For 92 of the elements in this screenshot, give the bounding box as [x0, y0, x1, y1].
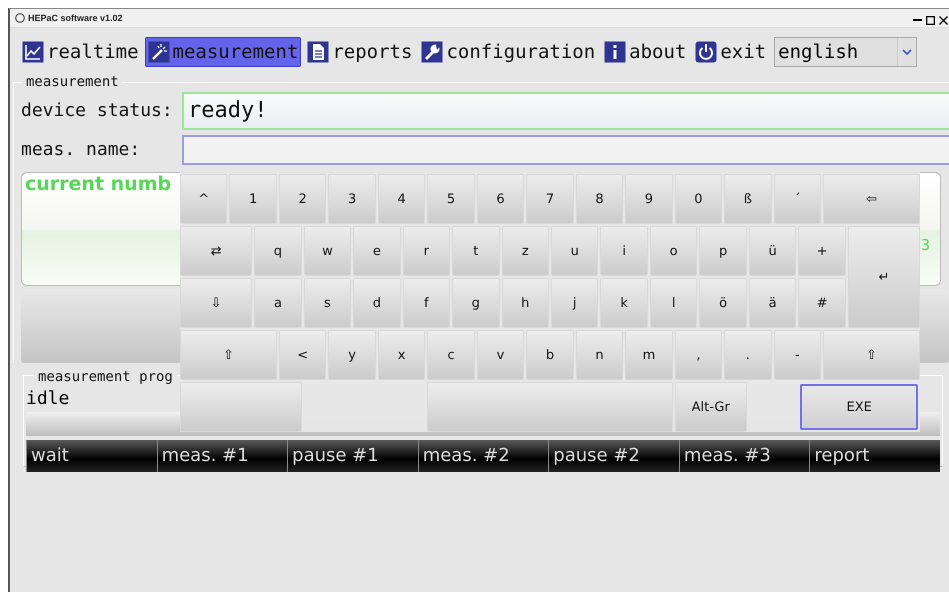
key[interactable]: 8 [576, 174, 624, 224]
key[interactable]: x [378, 330, 426, 380]
maximize-button[interactable] [924, 14, 936, 26]
group-title: measurement prog [34, 369, 177, 385]
key[interactable]: u [551, 226, 598, 276]
key[interactable]: < [278, 330, 326, 380]
key[interactable]: , [674, 330, 722, 380]
stage-label: wait [26, 440, 157, 472]
key[interactable]: r [402, 226, 450, 276]
shift-key[interactable]: ⇧ [180, 330, 277, 380]
document-icon [307, 41, 330, 63]
key[interactable]: q [254, 226, 302, 276]
key[interactable]: 7 [526, 174, 574, 224]
key[interactable]: 5 [427, 174, 475, 224]
key[interactable]: g [452, 278, 500, 328]
wrench-icon [421, 41, 444, 63]
power-icon [695, 41, 718, 63]
caps-lock-key[interactable]: ⇩ [180, 278, 252, 328]
stage-label: pause #2 [548, 440, 679, 472]
key[interactable]: ß [724, 174, 772, 224]
key[interactable]: o [650, 226, 698, 276]
key[interactable]: f [402, 278, 450, 328]
key[interactable]: - [774, 330, 822, 380]
key[interactable]: 9 [625, 174, 673, 224]
key[interactable]: i [600, 226, 648, 276]
toolbar-button[interactable]: about [601, 37, 690, 67]
field-label: device status: [21, 100, 174, 121]
key[interactable]: ü [748, 226, 796, 276]
key[interactable]: z [502, 226, 549, 276]
readout-value: 3 [920, 236, 930, 254]
key[interactable]: c [427, 330, 475, 380]
toolbar-button[interactable]: configuration [418, 37, 598, 67]
key[interactable]: j [551, 278, 598, 328]
key[interactable]: b [526, 330, 574, 380]
key[interactable]: a [254, 278, 302, 328]
toolbar-button[interactable]: realtime [19, 37, 142, 67]
key[interactable]: s [304, 278, 352, 328]
key[interactable]: 6 [476, 174, 524, 224]
key[interactable]: ö [699, 278, 747, 328]
key[interactable]: n [576, 330, 624, 380]
key[interactable]: ^ [180, 174, 228, 224]
key[interactable]: l [650, 278, 698, 328]
toolbar-button[interactable]: exit [692, 37, 770, 67]
key[interactable]: m [625, 330, 673, 380]
progress-state: idle [26, 388, 70, 410]
name-input-field[interactable] [182, 134, 949, 164]
readout-heading: current numb [25, 173, 172, 195]
key[interactable]: y [328, 330, 376, 380]
stage-label: meas. #3 [678, 440, 810, 472]
chevron-down-icon [902, 48, 912, 56]
key[interactable]: t [452, 226, 500, 276]
key[interactable]: . [724, 330, 772, 380]
key[interactable]: p [699, 226, 747, 276]
toolbar-button[interactable]: reports [304, 37, 416, 67]
app-icon [15, 13, 25, 23]
stage-label: report [809, 440, 940, 472]
key[interactable]: h [502, 278, 549, 328]
stage-label: meas. #1 [156, 440, 288, 472]
key[interactable]: 4 [378, 174, 426, 224]
alt-gr-key[interactable]: Alt-Gr [674, 382, 747, 432]
backspace-key[interactable]: ⇦ [823, 174, 920, 224]
key[interactable]: ä [748, 278, 796, 328]
magic-wand-icon [148, 41, 170, 63]
minimize-icon [912, 19, 922, 21]
field-label: meas. name: [21, 139, 142, 160]
status-field: ready! [182, 92, 949, 130]
shift-key[interactable]: ⇧ [823, 330, 920, 380]
key[interactable]: e [353, 226, 401, 276]
key[interactable]: # [798, 278, 846, 328]
stage-label: pause #1 [287, 440, 418, 472]
window-title: HEPaC software v1.02 [28, 13, 123, 23]
chart-icon [22, 41, 44, 63]
key[interactable]: w [304, 226, 352, 276]
key[interactable]: ´ [774, 174, 822, 224]
key[interactable]: + [798, 226, 846, 276]
key[interactable]: d [353, 278, 401, 328]
key[interactable]: v [476, 330, 524, 380]
key[interactable]: 1 [229, 174, 277, 224]
key[interactable]: 2 [278, 174, 326, 224]
key[interactable]: 0 [674, 174, 722, 224]
key[interactable]: k [600, 278, 648, 328]
stage-label: meas. #2 [418, 440, 548, 472]
key[interactable]: 3 [328, 174, 376, 224]
info-icon [604, 41, 626, 63]
exe-key[interactable]: EXE [800, 384, 918, 430]
language-dropdown[interactable]: english [774, 37, 918, 67]
maximize-icon [926, 16, 934, 24]
close-button[interactable] [937, 14, 949, 26]
close-icon [938, 16, 948, 24]
tab-key[interactable]: ⇄ [180, 226, 252, 276]
enter-key[interactable]: ↵ [848, 226, 920, 328]
toolbar-button[interactable]: measurement [144, 37, 302, 67]
